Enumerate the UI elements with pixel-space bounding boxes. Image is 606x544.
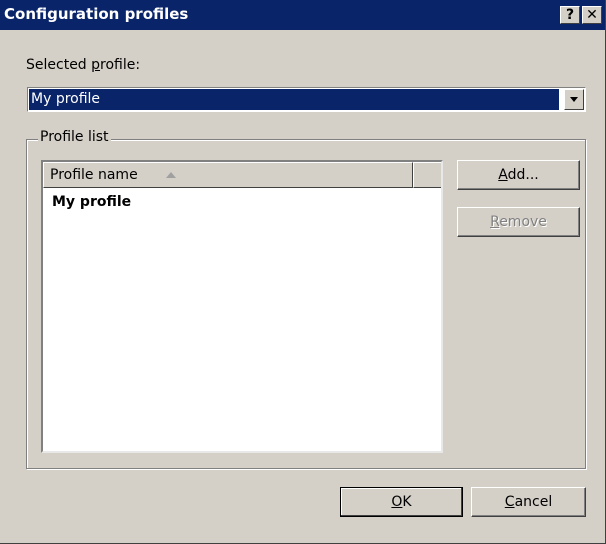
column-header-filler [413,162,441,188]
remove-button[interactable]: Remove [457,207,580,237]
configuration-profiles-dialog: Configuration profiles ? ✕ Selected prof… [0,0,606,544]
selected-profile-value[interactable]: My profile [29,89,559,110]
profile-list-view[interactable]: Profile name My profile [41,160,443,453]
help-button[interactable]: ? [560,6,580,24]
selected-profile-label: Selected profile: [26,57,141,73]
sort-ascending-icon [166,172,176,178]
chevron-down-icon[interactable] [564,89,584,110]
list-item[interactable]: My profile [52,194,131,210]
title-bar[interactable]: Configuration profiles ? ✕ [0,0,605,30]
column-header-label: Profile name [50,167,138,183]
close-button[interactable]: ✕ [582,6,602,24]
ok-button[interactable]: OK [340,487,463,517]
cancel-button[interactable]: Cancel [471,487,586,517]
window-title: Configuration profiles [4,5,189,23]
selected-profile-dropdown[interactable]: My profile [27,87,586,112]
add-button[interactable]: Add... [457,160,580,190]
column-header-profile-name[interactable]: Profile name [43,162,413,188]
profile-list-legend: Profile list [38,129,111,145]
